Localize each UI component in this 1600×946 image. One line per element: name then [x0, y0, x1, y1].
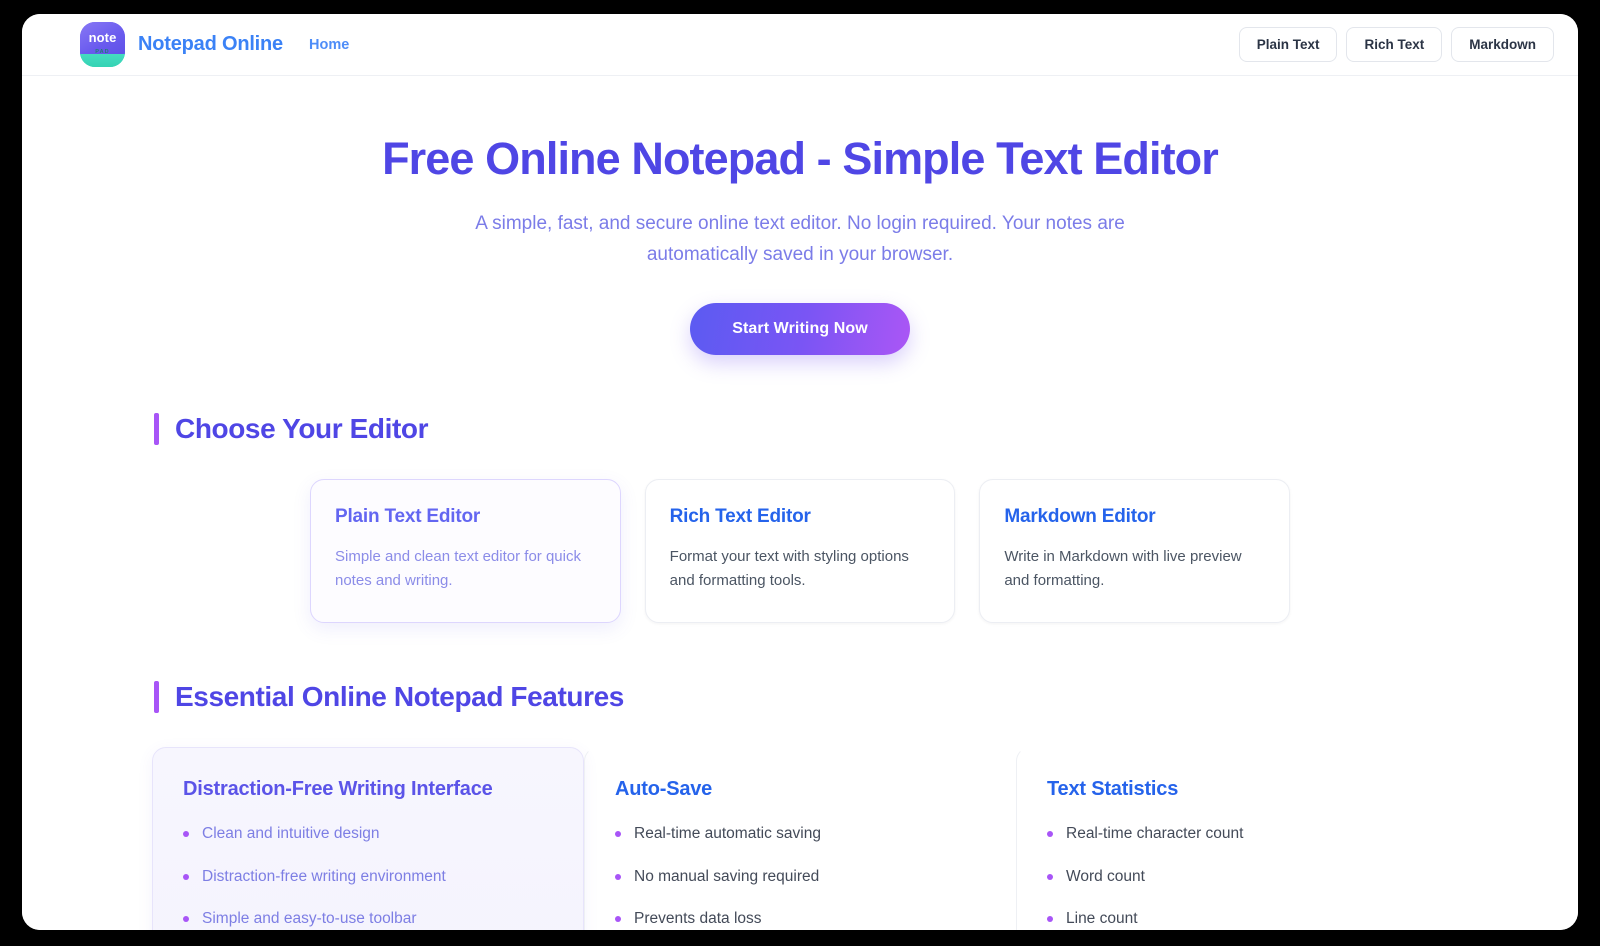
logo-subword: PAD — [95, 49, 110, 55]
list-item-label: Word count — [1066, 867, 1145, 885]
accent-bar-icon — [154, 412, 159, 445]
editor-card-title: Markdown Editor — [1004, 505, 1156, 527]
list-item: Line count — [1047, 908, 1417, 930]
list-item-label: Simple and easy-to-use toolbar — [202, 910, 417, 928]
editor-card-description: Format your text with styling options an… — [669, 547, 909, 589]
logo-bottom-band — [80, 54, 125, 67]
list-item-label: No manual saving required — [634, 867, 820, 885]
screen-frame: note PAD Notepad Online Home Plain Text … — [0, 0, 1600, 946]
bullet-icon — [183, 916, 189, 923]
list-item-label: Clean and intuitive design — [202, 825, 380, 843]
list-item-label: Distraction-free writing environment — [202, 867, 446, 885]
editors-heading-text: Choose Your Editor — [175, 412, 429, 444]
editor-card-grid: Plain Text Editor Simple and clean text … — [150, 478, 1450, 624]
list-item-label: Prevents data loss — [634, 910, 762, 928]
bullet-icon — [1047, 831, 1053, 838]
list-item: Prevents data loss — [615, 908, 985, 930]
feature-list: Real-time automatic saving No manual sav… — [615, 823, 985, 930]
editor-card-description: Simple and clean text editor for quick n… — [335, 547, 581, 589]
features-heading-text: Essential Online Notepad Features — [175, 681, 624, 713]
nav-button-plain-text[interactable]: Plain Text — [1238, 27, 1338, 62]
list-item: Simple and easy-to-use toolbar — [183, 908, 553, 930]
editors-section-heading: Choose Your Editor — [150, 412, 1450, 445]
brand-name: Notepad Online — [138, 33, 283, 55]
hero-subtitle: A simple, fast, and secure online text e… — [475, 213, 1125, 266]
content-container: Free Online Notepad - Simple Text Editor… — [150, 76, 1450, 930]
feature-card-title: Distraction-Free Writing Interface — [183, 778, 493, 801]
browser-page: note PAD Notepad Online Home Plain Text … — [22, 14, 1578, 930]
feature-card-auto-save[interactable]: Auto-Save Real-time automatic saving No … — [584, 747, 1016, 930]
hero-section: Free Online Notepad - Simple Text Editor… — [150, 76, 1450, 355]
nav-button-markdown[interactable]: Markdown — [1451, 27, 1554, 62]
feature-list: Real-time character count Word count Lin… — [1047, 823, 1417, 930]
bullet-icon — [1047, 916, 1053, 923]
list-item: Real-time automatic saving — [615, 823, 985, 845]
feature-list: Clean and intuitive design Distraction-f… — [183, 823, 553, 930]
feature-card-grid: Distraction-Free Writing Interface Clean… — [150, 747, 1450, 930]
list-item-label: Line count — [1066, 910, 1138, 928]
bullet-icon — [183, 831, 189, 838]
editor-card-description: Write in Markdown with live preview and … — [1004, 547, 1242, 589]
list-item-label: Real-time automatic saving — [634, 825, 821, 843]
feature-card-title: Auto-Save — [615, 778, 713, 801]
bullet-icon — [615, 831, 621, 838]
list-item: Distraction-free writing environment — [183, 866, 553, 888]
nav-actions: Plain Text Rich Text Markdown — [1238, 27, 1554, 62]
editor-card-title: Plain Text Editor — [335, 505, 481, 527]
features-section: Essential Online Notepad Features Distra… — [150, 623, 1450, 930]
page-content: Free Online Notepad - Simple Text Editor… — [22, 76, 1578, 930]
nav-button-rich-text[interactable]: Rich Text — [1346, 27, 1443, 62]
editor-card-plain-text[interactable]: Plain Text Editor Simple and clean text … — [310, 478, 621, 624]
nav-link-home[interactable]: Home — [309, 37, 349, 53]
bullet-icon — [615, 873, 621, 880]
bullet-icon — [1047, 873, 1053, 880]
bullet-icon — [183, 873, 189, 880]
list-item: Clean and intuitive design — [183, 823, 553, 845]
editor-card-title: Rich Text Editor — [669, 505, 811, 527]
brand-group[interactable]: note PAD Notepad Online — [80, 22, 283, 67]
accent-bar-icon — [154, 681, 159, 714]
list-item: No manual saving required — [615, 866, 985, 888]
feature-card-distraction-free[interactable]: Distraction-Free Writing Interface Clean… — [152, 747, 584, 930]
feature-card-title: Text Statistics — [1047, 778, 1179, 801]
list-item: Word count — [1047, 866, 1417, 888]
cta-wrapper: Start Writing Now — [150, 302, 1450, 355]
features-section-heading: Essential Online Notepad Features — [150, 681, 1450, 714]
editor-card-rich-text[interactable]: Rich Text Editor Format your text with s… — [644, 478, 956, 624]
list-item: Real-time character count — [1047, 823, 1417, 845]
start-writing-button[interactable]: Start Writing Now — [690, 302, 910, 355]
page-title: Free Online Notepad - Simple Text Editor — [382, 133, 1219, 184]
logo-word: note — [88, 29, 117, 45]
notepad-logo-icon: note PAD — [80, 22, 125, 67]
editors-section: Choose Your Editor Plain Text Editor Sim… — [150, 355, 1450, 624]
editor-card-markdown[interactable]: Markdown Editor Write in Markdown with l… — [979, 478, 1290, 624]
bullet-icon — [615, 916, 621, 923]
top-navbar: note PAD Notepad Online Home Plain Text … — [22, 14, 1578, 76]
feature-card-text-statistics[interactable]: Text Statistics Real-time character coun… — [1016, 747, 1448, 930]
list-item-label: Real-time character count — [1066, 825, 1244, 843]
